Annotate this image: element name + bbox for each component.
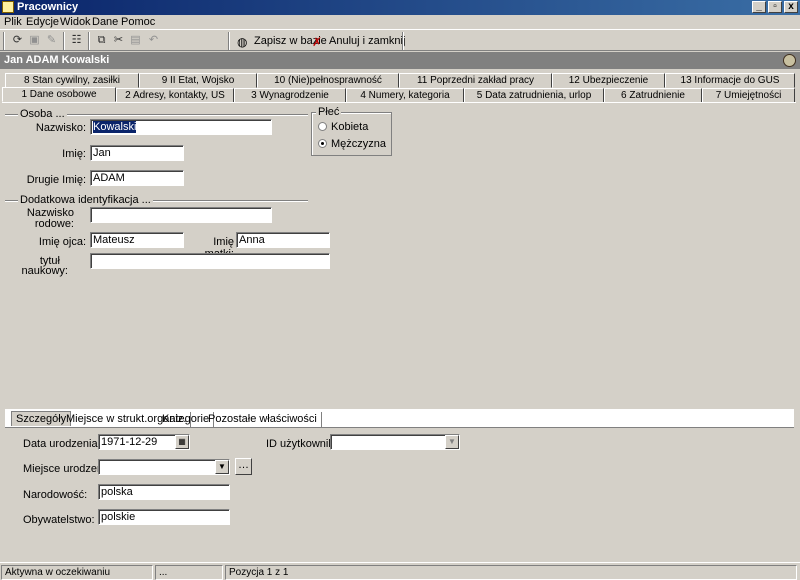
menu-edycje[interactable]: Edycje [26,16,59,28]
status-state: Aktywna w oczekiwaniu [1,565,153,580]
tab-dane-osobowe[interactable]: 1 Dane osobowe [2,87,116,102]
tab-stan-cywilny[interactable]: 8 Stan cywilny, zasiłki [5,73,139,88]
refresh-icon[interactable]: ⟳ [9,32,26,49]
menu-plik[interactable]: Plik [4,16,22,28]
toolbar: ⟳ ▣ ✎ ☷ ⧉ ✂ ▤ ↶ ◍ Zapisz w bazie ✗ Anuluj … [0,29,800,51]
save-icon[interactable]: ▣ [26,32,43,49]
status-bar: Aktywna w oczekiwaniu ... Pozycja 1 z 1 [0,562,800,580]
tab-ubezpieczenie[interactable]: 12 Ubezpieczenie [552,73,665,88]
record-title: Jan ADAM Kowalski [4,54,110,66]
osoba-group-title: Osoba ... [18,108,67,120]
nazwisko-value: Kowalski [93,121,137,133]
disk-icon: ◍ [237,35,248,49]
toolbar-separator [88,32,90,50]
mezczyzna-radio[interactable] [318,139,327,148]
nazwisko-rodowe-field[interactable] [90,207,272,223]
nazwisko-rodowe-label-line2: rodowe: [34,218,74,230]
cancel-icon: ✗ [312,35,323,49]
window-title: Pracownicy [17,1,79,13]
properties-icon[interactable]: ☷ [68,32,85,49]
tab-zatrudnienie[interactable]: 6 Zatrudnienie [604,88,702,103]
imie-ojca-label: Imię ojca: [38,236,86,248]
toolbar-grip [3,32,5,50]
data-urodzenia-label: Data urodzenia: [23,438,101,450]
id-uzytkownika-field[interactable] [330,434,460,450]
drugie-imie-label: Drugie Imię: [26,174,86,186]
tytul-label-line2: naukowy: [21,265,68,277]
browse-button[interactable]: … [235,458,252,475]
tytul-naukowy-field[interactable] [90,253,330,269]
subtab-bar: Szczegóły Miejsce w strukt.organiz. Kate… [5,409,794,428]
miejsce-urodzenia-field[interactable] [98,459,230,475]
narodowosc-field[interactable]: polska [98,484,230,500]
subtab-pozostale[interactable]: Pozostałe właściwości [204,412,322,427]
narodowosc-label: Narodowość: [23,489,88,501]
calendar-icon[interactable]: ▦ [175,435,189,449]
menu-pomoc[interactable]: Pomoc [121,16,155,28]
chevron-down-icon[interactable]: ▼ [215,460,229,474]
toolbar-separator [402,32,404,50]
imie-label: Imię: [62,148,86,160]
minimize-button[interactable]: _ [752,1,766,13]
maximize-button[interactable]: ▫ [768,1,782,13]
kobieta-label: Kobieta [331,121,369,133]
delete-icon[interactable]: ✎ [43,32,60,49]
cut-icon[interactable]: ✂ [110,32,127,49]
status-middle: ... [155,565,223,580]
plec-group-title: Płeć [316,106,342,118]
tab-ii-etat[interactable]: 9 II Etat, Wojsko [139,73,257,88]
copy-icon[interactable]: ⧉ [93,32,110,49]
toolbar-separator [63,32,65,50]
title-bar: Pracownicy _ ▫ x [0,0,800,15]
tab-adresy-kontakty[interactable]: 2 Adresy, kontakty, US [116,88,234,103]
tab-numery-kategoria[interactable]: 4 Numery, kategoria [346,88,464,103]
toolbar-separator [228,32,230,50]
paste-icon[interactable]: ▤ [127,32,144,49]
mezczyzna-label: Mężczyzna [331,138,387,150]
imie-matki-field[interactable]: Anna [236,232,330,248]
tab-niepelnosprawnosc[interactable]: 10 (Nie)pełnosprawność [257,73,399,88]
menu-widok[interactable]: Widok [60,16,91,28]
menu-bar: Plik Edycje Widok Dane Pomoc [0,15,800,29]
tab-wynagrodzenie[interactable]: 3 Wynagrodzenie [234,88,346,103]
close-button[interactable]: x [784,1,798,13]
chevron-down-icon[interactable]: ▼ [445,435,459,449]
imie-ojca-field[interactable]: Mateusz [90,232,184,248]
dodatkowa-group-title: Dodatkowa identyfikacja ... [18,194,153,206]
status-position: Pozycja 1 z 1 [225,565,797,580]
imie-field[interactable]: Jan [90,145,184,161]
app-icon [2,1,14,13]
drugie-imie-field[interactable]: ADAM [90,170,184,186]
kobieta-radio[interactable] [318,122,327,131]
nazwisko-field[interactable]: Kowalski [90,119,272,135]
nazwisko-label: Nazwisko: [35,122,86,134]
record-header: Jan ADAM Kowalski [0,52,800,69]
menu-dane[interactable]: Dane [92,16,118,28]
undo-icon[interactable]: ↶ [145,32,162,49]
user-icon [783,54,796,67]
cancel-close-label: Anuluj i zamknij [329,35,406,47]
obywatelstwo-label: Obywatelstwo: [23,514,95,526]
tab-poprzedni-zaklad[interactable]: 11 Poprzedni zakład pracy [399,73,552,88]
obywatelstwo-field[interactable]: polskie [98,509,230,525]
tab-data-zatrudnienia[interactable]: 5 Data zatrudnienia, urlop [464,88,604,103]
cancel-close-button[interactable]: ✗ Anuluj i zamknij [312,32,405,50]
tab-informacje-gus[interactable]: 13 Informacje do GUS [665,73,795,88]
tab-umiejetnosci[interactable]: 7 Umiejętności [702,88,795,103]
